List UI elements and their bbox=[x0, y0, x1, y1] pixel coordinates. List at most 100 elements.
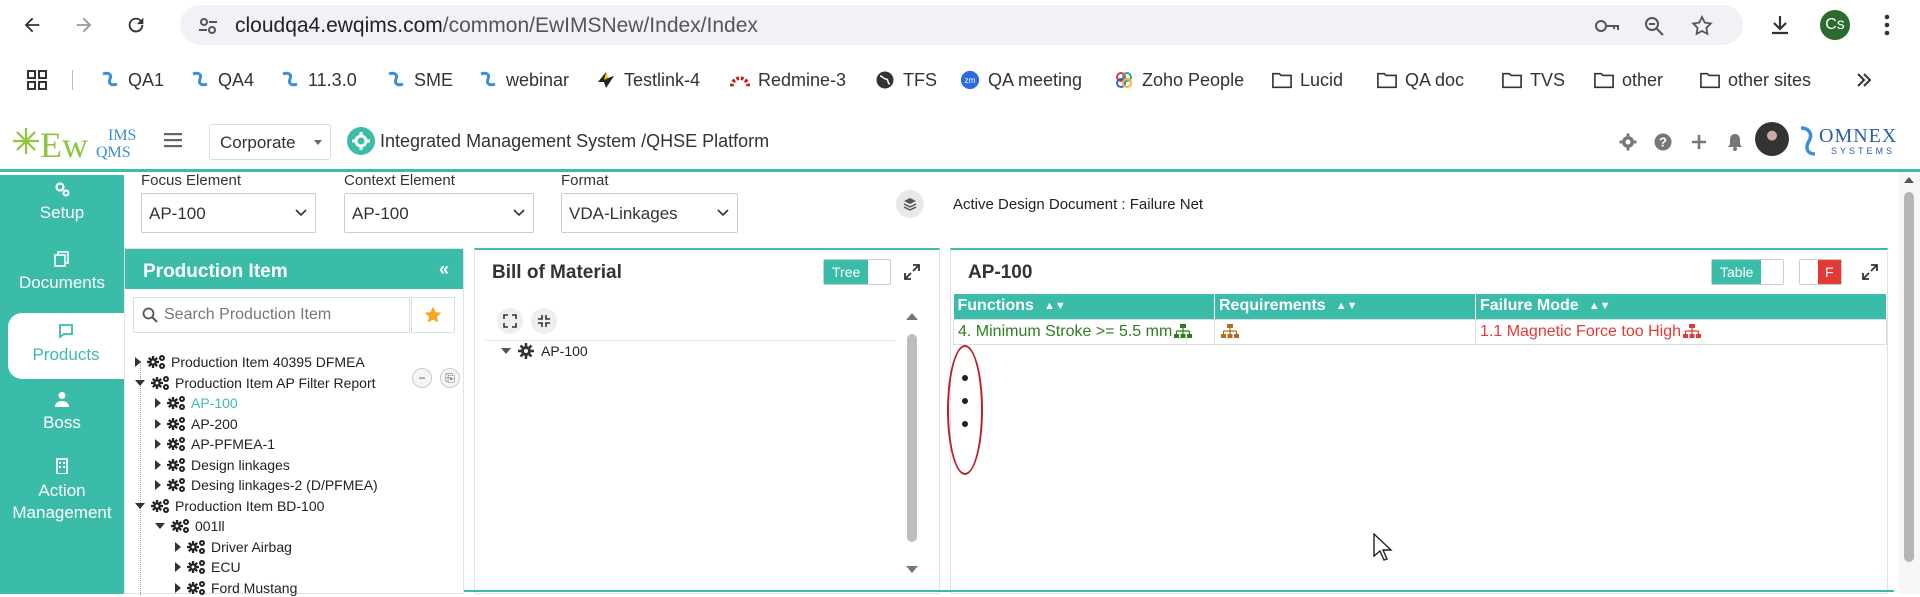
bom-root-node[interactable]: AP-100 bbox=[501, 342, 588, 360]
expand-arrow-icon[interactable] bbox=[155, 439, 161, 449]
column-header-functions[interactable]: Functions ▲▼ bbox=[953, 294, 1215, 319]
tree-node[interactable]: Design linkages bbox=[155, 456, 290, 474]
f-toggle[interactable]: F bbox=[1799, 259, 1842, 285]
tree-node[interactable]: Production Item 40395 DFMEA bbox=[135, 353, 365, 371]
sort-icon[interactable]: ▲▼ bbox=[1044, 300, 1066, 312]
zoom-icon[interactable] bbox=[1642, 14, 1666, 38]
tree-node[interactable]: AP-200 bbox=[155, 415, 238, 433]
download-icon[interactable] bbox=[1765, 10, 1795, 40]
bookmark-tvs[interactable]: TVS bbox=[1502, 66, 1565, 94]
expand-arrow-icon[interactable] bbox=[155, 459, 161, 470]
collapse-all-icon[interactable] bbox=[531, 308, 557, 334]
collapse-arrow-icon[interactable] bbox=[155, 523, 165, 529]
search-production-item-input[interactable]: Search Production Item bbox=[133, 297, 410, 333]
ellipsis-dot[interactable] bbox=[962, 375, 968, 381]
expand-arrow-icon[interactable] bbox=[155, 398, 161, 408]
collapse-arrow-icon[interactable] bbox=[135, 379, 145, 386]
user-avatar[interactable] bbox=[1755, 122, 1789, 156]
bookmark-other-sites[interactable]: other sites bbox=[1700, 66, 1811, 94]
requirement-cell[interactable] bbox=[1214, 318, 1476, 345]
bookmark-star-icon[interactable] bbox=[1690, 14, 1714, 38]
context-element-select[interactable]: AP-100 bbox=[344, 193, 534, 233]
expand-arrow-icon[interactable] bbox=[155, 418, 161, 429]
forward-icon[interactable] bbox=[66, 10, 102, 40]
expand-arrow-icon[interactable] bbox=[155, 480, 161, 490]
page-scrollbar[interactable] bbox=[1898, 172, 1920, 594]
bookmark-tfs[interactable]: TFS bbox=[875, 66, 937, 94]
column-header-requirements[interactable]: Requirements ▲▼ bbox=[1214, 294, 1476, 319]
function-cell[interactable]: 4. Minimum Stroke >= 5.5 mm bbox=[953, 318, 1215, 345]
node-options-button[interactable]: ⎘ bbox=[440, 368, 460, 388]
tree-node[interactable]: 001ll bbox=[155, 517, 225, 535]
format-select[interactable]: VDA-Linkages bbox=[561, 193, 738, 233]
table-row[interactable]: 4. Minimum Stroke >= 5.5 mm 1.1 Magnetic… bbox=[953, 318, 1887, 345]
bookmark-webinar[interactable]: webinar bbox=[478, 66, 569, 94]
focus-element-select[interactable]: AP-100 bbox=[141, 193, 316, 233]
expand-arrow-icon[interactable] bbox=[175, 562, 181, 572]
ewqims-logo[interactable]: Ew IMS QMS bbox=[12, 120, 147, 164]
organization-select[interactable]: Corporate bbox=[209, 124, 331, 160]
expand-arrow-icon[interactable] bbox=[135, 357, 141, 367]
bookmark-redmine-3[interactable]: Redmine-3 bbox=[730, 66, 846, 94]
scroll-up-icon[interactable] bbox=[1903, 176, 1915, 184]
back-icon[interactable] bbox=[14, 10, 50, 40]
notification-bell-icon[interactable] bbox=[1725, 132, 1745, 152]
tree-node[interactable]: Desing linkages-2 (D/PFMEA) bbox=[155, 476, 378, 494]
bookmark-sme[interactable]: SME bbox=[386, 66, 453, 94]
reload-icon[interactable] bbox=[118, 10, 154, 40]
bookmark-qa1[interactable]: QA1 bbox=[100, 66, 164, 94]
sort-icon[interactable]: ▲▼ bbox=[1589, 300, 1611, 312]
column-header-failure-mode[interactable]: Failure Mode ▲▼ bbox=[1475, 294, 1887, 319]
expand-icon[interactable] bbox=[1861, 263, 1879, 281]
scrollbar-thumb[interactable] bbox=[1904, 192, 1914, 562]
help-icon[interactable]: ? bbox=[1653, 132, 1673, 152]
bookmark-11-3-0[interactable]: 11.3.0 bbox=[280, 66, 357, 94]
apps-grid-icon[interactable] bbox=[26, 66, 48, 94]
bookmark-qa-doc[interactable]: QA doc bbox=[1377, 66, 1464, 94]
bookmarks-overflow-icon[interactable] bbox=[1856, 66, 1872, 94]
tree-node[interactable]: Driver Airbag bbox=[175, 538, 292, 556]
bookmark-testlink-4[interactable]: Testlink-4 bbox=[596, 66, 700, 94]
tree-node[interactable]: Production Item AP Filter Report bbox=[135, 374, 376, 392]
settings-gear-icon[interactable] bbox=[1618, 132, 1638, 152]
hierarchy-icon[interactable] bbox=[1221, 324, 1239, 339]
expand-icon[interactable] bbox=[903, 263, 921, 281]
ellipsis-dot[interactable] bbox=[962, 421, 968, 427]
hierarchy-icon[interactable] bbox=[1174, 324, 1193, 339]
table-toggle[interactable]: Table bbox=[1711, 259, 1785, 285]
tree-node[interactable]: Production Item BD-100 bbox=[135, 497, 324, 515]
bom-scrollbar[interactable] bbox=[905, 312, 919, 574]
address-bar[interactable]: cloudqa4.ewqims.com/common/EwIMSNew/Inde… bbox=[180, 5, 1743, 45]
add-icon[interactable] bbox=[1689, 132, 1709, 152]
expand-arrow-icon[interactable] bbox=[175, 541, 181, 552]
expand-arrow-icon[interactable] bbox=[175, 582, 181, 593]
bookmark-qa-meeting[interactable]: zm QA meeting bbox=[960, 66, 1082, 94]
password-key-icon[interactable] bbox=[1594, 14, 1619, 38]
tree-node[interactable]: AP-PFMEA-1 bbox=[155, 435, 275, 453]
kebab-menu-icon[interactable] bbox=[1872, 10, 1902, 40]
bookmark-qa4[interactable]: QA4 bbox=[190, 66, 254, 94]
favorite-star-icon[interactable] bbox=[411, 297, 455, 333]
collapse-arrow-icon[interactable] bbox=[135, 502, 145, 509]
sort-icon[interactable]: ▲▼ bbox=[1336, 300, 1358, 312]
site-settings-icon[interactable] bbox=[196, 14, 220, 38]
profile-avatar[interactable]: Cs bbox=[1820, 10, 1850, 40]
nav-action-management[interactable]: Action Management bbox=[0, 458, 124, 538]
hamburger-menu-icon[interactable] bbox=[164, 132, 182, 148]
nav-setup[interactable]: Setup bbox=[0, 181, 124, 237]
expand-all-icon[interactable] bbox=[497, 308, 523, 334]
ellipsis-dot[interactable] bbox=[962, 398, 968, 404]
collapse-node-button[interactable]: − bbox=[412, 368, 432, 388]
collapse-panel-icon[interactable]: « bbox=[439, 259, 449, 280]
nav-products[interactable]: Products bbox=[8, 313, 124, 379]
failure-mode-cell[interactable]: 1.1 Magnetic Force too High bbox=[1475, 318, 1887, 345]
bookmark-zoho-people[interactable]: Zoho People bbox=[1114, 66, 1244, 94]
tree-node[interactable]: ECU bbox=[175, 558, 241, 576]
nav-documents[interactable]: Documents bbox=[0, 251, 124, 307]
tree-node[interactable]: AP-100 bbox=[155, 394, 238, 412]
bookmark-lucid[interactable]: Lucid bbox=[1272, 66, 1343, 94]
hierarchy-icon[interactable] bbox=[1683, 324, 1701, 339]
bookmark-other[interactable]: other bbox=[1594, 66, 1663, 94]
nav-boss[interactable]: Boss bbox=[0, 391, 124, 447]
layers-icon[interactable] bbox=[896, 190, 924, 218]
